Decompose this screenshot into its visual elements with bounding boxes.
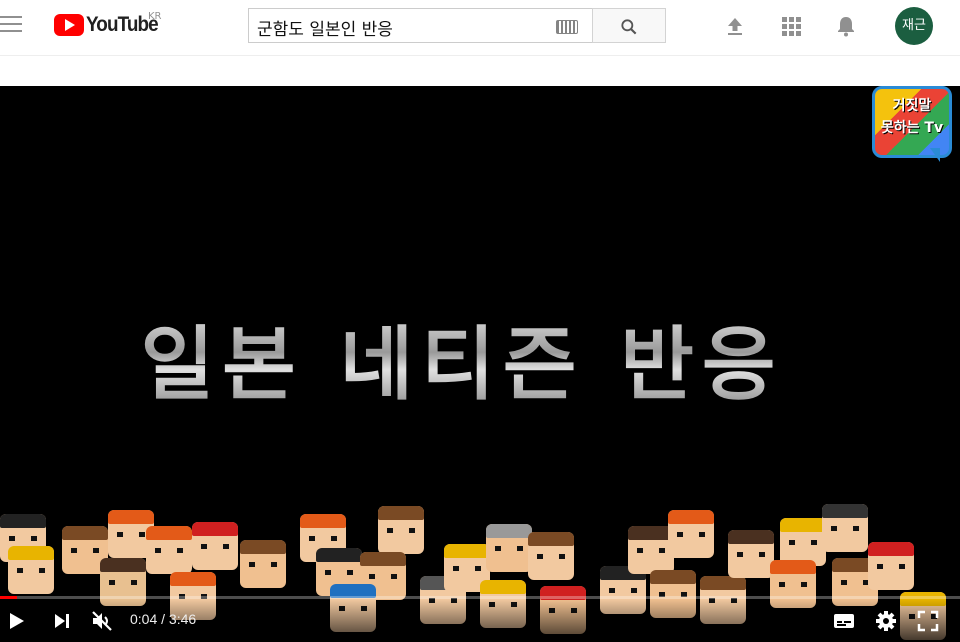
masthead: YouTube KR 군함도 일본인 반응 재근 bbox=[0, 0, 960, 56]
pixel-face bbox=[868, 542, 914, 590]
channel-badge-tail bbox=[930, 148, 940, 162]
mute-icon[interactable] bbox=[90, 609, 114, 633]
play-icon[interactable] bbox=[4, 609, 28, 633]
channel-watermark[interactable]: 거짓말 못하는 Tv bbox=[872, 86, 952, 158]
fullscreen-icon[interactable] bbox=[916, 609, 940, 633]
region-label: KR bbox=[148, 11, 162, 22]
upload-icon[interactable] bbox=[723, 14, 747, 38]
channel-badge-line2: 못하는 Tv bbox=[880, 120, 944, 136]
channel-badge-line1: 거짓말 bbox=[892, 98, 932, 114]
player-controls: 0:04 / 3:46 bbox=[0, 599, 960, 642]
youtube-play-logo-icon bbox=[54, 14, 84, 36]
apps-icon[interactable] bbox=[779, 14, 803, 38]
notifications-icon[interactable] bbox=[834, 14, 858, 38]
pixel-face bbox=[486, 524, 532, 572]
video-player[interactable]: 일본 네티즌 반응 거짓말 못하는 Tv 0:04 / 3:46 bbox=[0, 86, 960, 642]
pixel-face bbox=[728, 530, 774, 578]
pixel-face bbox=[378, 506, 424, 554]
pixel-face bbox=[240, 540, 286, 588]
search-query[interactable]: 군함도 일본인 반응 bbox=[257, 15, 393, 40]
search-button[interactable] bbox=[592, 8, 666, 43]
logo-text: YouTube bbox=[86, 13, 159, 36]
pixel-face bbox=[146, 526, 192, 574]
youtube-logo[interactable]: YouTube KR bbox=[54, 11, 166, 37]
pixel-face bbox=[822, 504, 868, 552]
menu-icon[interactable] bbox=[0, 16, 22, 36]
next-icon[interactable] bbox=[50, 609, 74, 633]
search-input[interactable]: 군함도 일본인 반응 bbox=[248, 8, 592, 43]
settings-icon[interactable] bbox=[874, 609, 898, 633]
video-title-overlay: 일본 네티즌 반응 bbox=[0, 300, 924, 416]
pixel-face bbox=[780, 518, 826, 566]
keyboard-icon[interactable] bbox=[556, 20, 578, 34]
search-icon bbox=[621, 19, 637, 35]
pixel-face bbox=[192, 522, 238, 570]
time-display: 0:04 / 3:46 bbox=[130, 611, 197, 627]
pixel-face bbox=[8, 546, 54, 594]
pixel-face bbox=[528, 532, 574, 580]
avatar[interactable]: 재근 bbox=[895, 7, 933, 45]
pixel-face bbox=[668, 510, 714, 558]
subtitles-icon[interactable] bbox=[832, 609, 856, 633]
